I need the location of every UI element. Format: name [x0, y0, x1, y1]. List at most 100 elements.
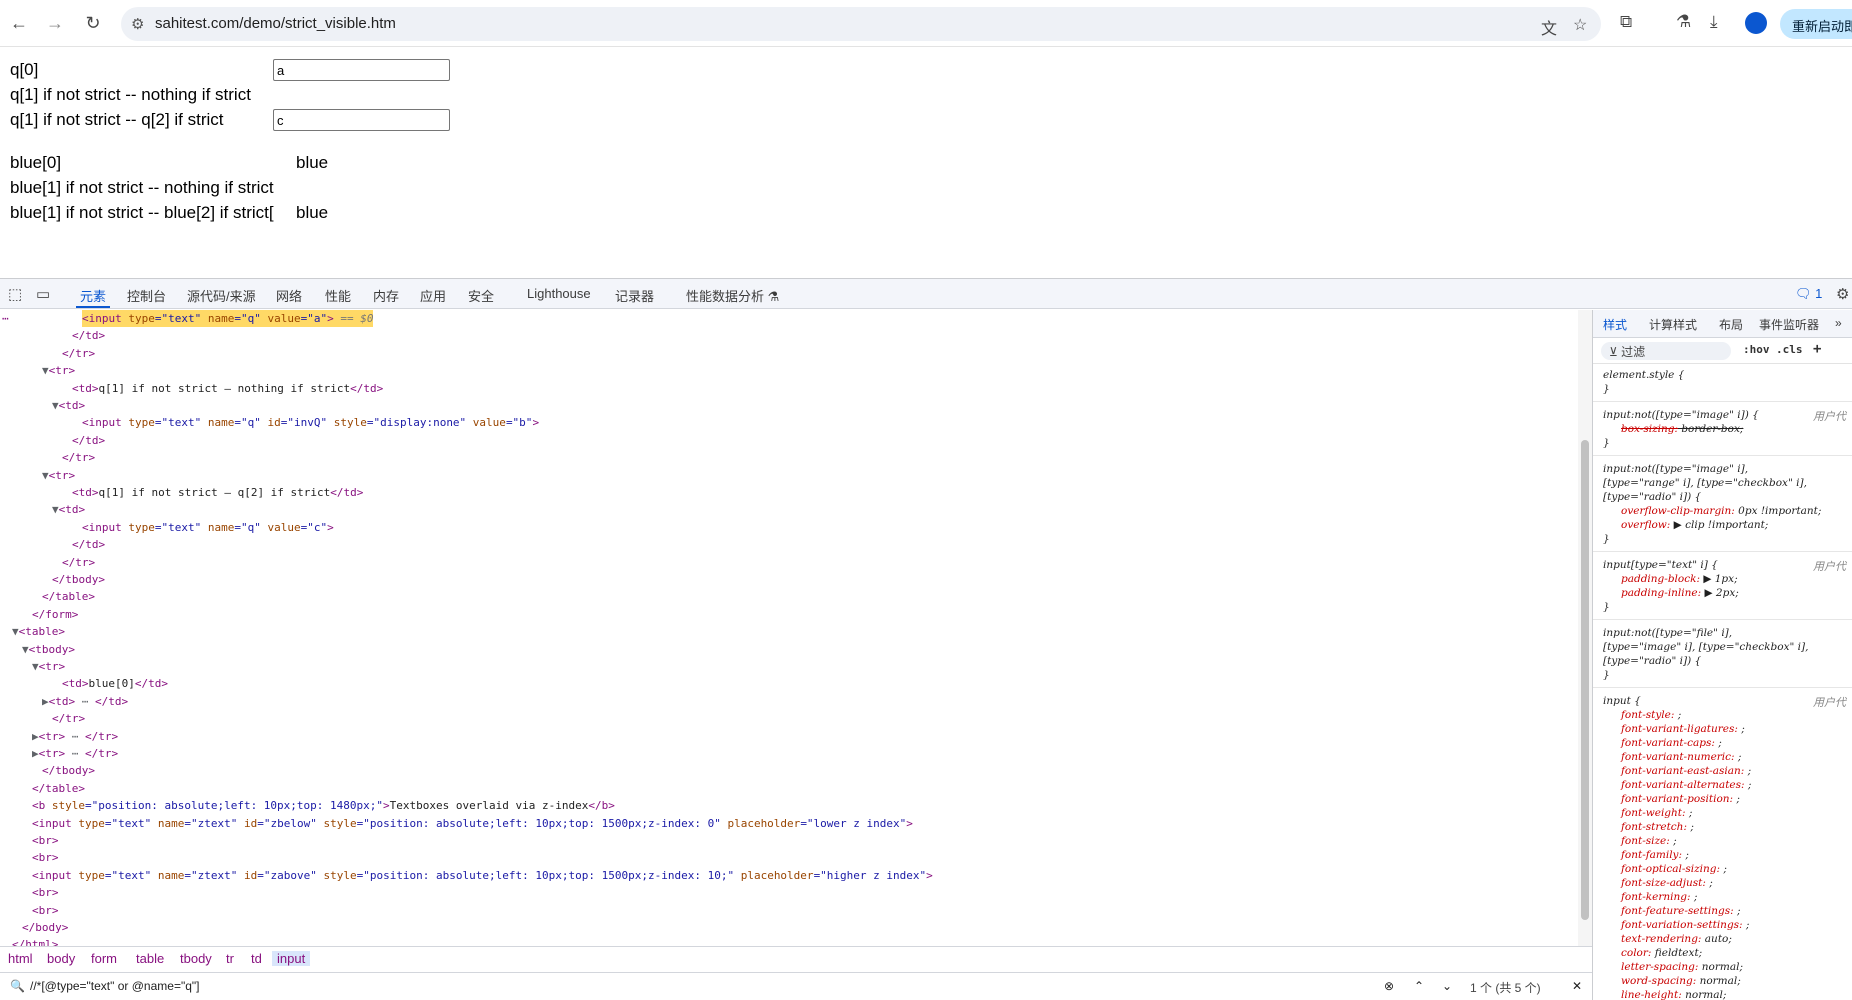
dom-tree-node[interactable]: </tr>: [62, 345, 95, 362]
dom-tree-node[interactable]: ▼<table>: [12, 623, 65, 640]
new-style-rule-button[interactable]: +: [1813, 341, 1821, 357]
dom-tree-node[interactable]: ▼<tbody>: [22, 641, 75, 658]
dom-tree-node[interactable]: </td>: [72, 327, 105, 344]
more-tabs-icon[interactable]: »: [1835, 316, 1842, 330]
breadcrumb-item-body[interactable]: body: [47, 951, 75, 966]
dom-tree-node[interactable]: </tr>: [62, 449, 95, 466]
css-property[interactable]: font-variant-alternates: ;: [1621, 778, 1751, 792]
forward-arrow-icon[interactable]: →: [44, 12, 66, 34]
css-property[interactable]: overflow-clip-margin: 0px !important;: [1621, 504, 1821, 518]
q0-input[interactable]: [273, 59, 450, 81]
settings-gear-icon[interactable]: ⚙: [1836, 285, 1849, 303]
tab-security[interactable]: 安全: [468, 286, 494, 305]
tab-application[interactable]: 应用: [420, 286, 446, 305]
dom-search-input[interactable]: //*[@type="text" or @name="q"]: [30, 979, 199, 993]
tab-elements[interactable]: 元素: [80, 286, 106, 305]
css-property[interactable]: font-variation-settings: ;: [1621, 918, 1749, 932]
dom-tree-node[interactable]: </td>: [72, 432, 105, 449]
dom-tree-node[interactable]: <td>q[1] if not strict — q[2] if strict<…: [72, 484, 363, 501]
issues-badge[interactable]: 🗨 1: [1795, 286, 1822, 302]
hov-toggle[interactable]: :hov: [1743, 343, 1770, 356]
css-property[interactable]: font-size-adjust: ;: [1621, 876, 1713, 890]
css-property[interactable]: font-variant-position: ;: [1621, 792, 1740, 806]
css-property[interactable]: font-style: ;: [1621, 708, 1681, 722]
cls-toggle[interactable]: .cls: [1776, 343, 1803, 356]
css-property[interactable]: letter-spacing: normal;: [1621, 960, 1743, 974]
dom-tree-node[interactable]: <br>: [32, 849, 59, 866]
breadcrumb-item-tbody[interactable]: tbody: [180, 951, 212, 966]
dom-tree-node[interactable]: </html>: [12, 936, 58, 946]
dom-tree-node[interactable]: <input type="text" name="ztext" id="zabo…: [32, 867, 933, 884]
restart-to-update-button[interactable]: 重新启动即可更新: [1780, 9, 1852, 39]
back-arrow-icon[interactable]: ←: [8, 12, 30, 34]
previous-match-icon[interactable]: ⌃: [1414, 979, 1424, 993]
tab-computed[interactable]: 计算样式: [1649, 316, 1697, 333]
tab-console[interactable]: 控制台: [127, 286, 166, 305]
dom-tree-node[interactable]: ▼<td>: [52, 501, 85, 518]
css-property[interactable]: font-stretch: ;: [1621, 820, 1694, 834]
css-property[interactable]: text-rendering: auto;: [1621, 932, 1732, 946]
css-property[interactable]: font-family: ;: [1621, 848, 1689, 862]
breadcrumb-item-td[interactable]: td: [251, 951, 262, 966]
dom-tree-node[interactable]: ▼<tr>: [42, 362, 75, 379]
dom-tree-node[interactable]: </tr>: [52, 710, 85, 727]
dom-tree-node[interactable]: <br>: [32, 902, 59, 919]
dom-tree-node[interactable]: ▶<td> ⋯ </td>: [42, 693, 128, 710]
dom-tree-node[interactable]: <input type="text" name="q" value="a"> =…: [82, 310, 374, 327]
dom-tree-node[interactable]: <b style="position: absolute;left: 10px;…: [32, 797, 615, 814]
download-icon[interactable]: ⤓: [1710, 12, 1718, 32]
inspect-element-icon[interactable]: ⬚: [8, 285, 22, 303]
css-property[interactable]: word-spacing: normal;: [1621, 974, 1741, 988]
node-actions-ellipsis[interactable]: ⋯: [2, 310, 9, 327]
tab-recorder[interactable]: 记录器: [615, 286, 654, 305]
dom-tree-node[interactable]: </body>: [22, 919, 68, 936]
css-property[interactable]: font-weight: ;: [1621, 806, 1692, 820]
css-property[interactable]: overflow: ▶ clip !important;: [1621, 518, 1768, 532]
css-property[interactable]: font-variant-ligatures: ;: [1621, 722, 1745, 736]
extensions-icon[interactable]: ⧉: [1620, 12, 1632, 32]
translate-icon[interactable]: 文: [1541, 15, 1557, 39]
clear-search-icon[interactable]: ⊗: [1384, 979, 1394, 993]
labs-icon[interactable]: ⚗: [1676, 12, 1691, 32]
dom-tree-node[interactable]: <td>q[1] if not strict — nothing if stri…: [72, 380, 383, 397]
site-info-icon[interactable]: ⚙: [131, 15, 144, 33]
tab-memory[interactable]: 内存: [373, 286, 399, 305]
device-toolbar-icon[interactable]: ▭: [36, 285, 50, 303]
address-bar[interactable]: ⚙ sahitest.com/demo/strict_visible.htm 文…: [121, 7, 1601, 41]
dom-tree-node[interactable]: </tbody>: [42, 762, 95, 779]
breadcrumb-item-table[interactable]: table: [136, 951, 164, 966]
dom-tree-node[interactable]: </table>: [42, 588, 95, 605]
breadcrumb-item-tr[interactable]: tr: [226, 951, 234, 966]
css-property[interactable]: box-sizing: border-box;: [1621, 422, 1743, 436]
tab-performance[interactable]: 性能: [325, 286, 351, 305]
css-property[interactable]: font-size: ;: [1621, 834, 1677, 848]
profile-icon[interactable]: [1745, 12, 1767, 34]
dom-tree-node[interactable]: <td>blue[0]</td>: [62, 675, 168, 692]
dom-tree-node[interactable]: ▼<tr>: [42, 467, 75, 484]
tab-sources[interactable]: 源代码/来源: [187, 286, 256, 305]
css-property[interactable]: color: fieldtext;: [1621, 946, 1702, 960]
close-search-icon[interactable]: ✕: [1572, 979, 1582, 993]
elements-scrollbar[interactable]: [1578, 310, 1592, 946]
dom-tree-node[interactable]: <input type="text" name="ztext" id="zbel…: [32, 815, 913, 832]
dom-tree-node[interactable]: <br>: [32, 832, 59, 849]
styles-filter-input[interactable]: ⊻ 过滤: [1601, 342, 1731, 360]
css-property[interactable]: padding-inline: ▶ 2px;: [1621, 586, 1739, 600]
dom-tree-node[interactable]: <input type="text" name="q" id="invQ" st…: [82, 414, 539, 431]
tab-network[interactable]: 网络: [276, 286, 302, 305]
dom-tree-node[interactable]: <br>: [32, 884, 59, 901]
breadcrumb-item-html[interactable]: html: [8, 951, 33, 966]
url-text[interactable]: sahitest.com/demo/strict_visible.htm: [155, 15, 396, 32]
tab-event-listeners[interactable]: 事件监听器: [1759, 316, 1819, 333]
dom-tree-node[interactable]: ▶<tr> ⋯ </tr>: [32, 728, 118, 745]
css-property[interactable]: font-optical-sizing: ;: [1621, 862, 1727, 876]
css-property[interactable]: font-variant-east-asian: ;: [1621, 764, 1751, 778]
tab-performance-insights[interactable]: 性能数据分析 ⚗: [686, 286, 779, 305]
breadcrumb-item-input[interactable]: input: [272, 951, 311, 966]
css-property[interactable]: font-variant-caps: ;: [1621, 736, 1722, 750]
dom-tree-node[interactable]: ▶<tr> ⋯ </tr>: [32, 745, 118, 762]
dom-tree-node[interactable]: </td>: [72, 536, 105, 553]
dom-tree-node[interactable]: ▼<tr>: [32, 658, 65, 675]
q2-input[interactable]: [273, 109, 450, 131]
css-property[interactable]: font-kerning: ;: [1621, 890, 1697, 904]
